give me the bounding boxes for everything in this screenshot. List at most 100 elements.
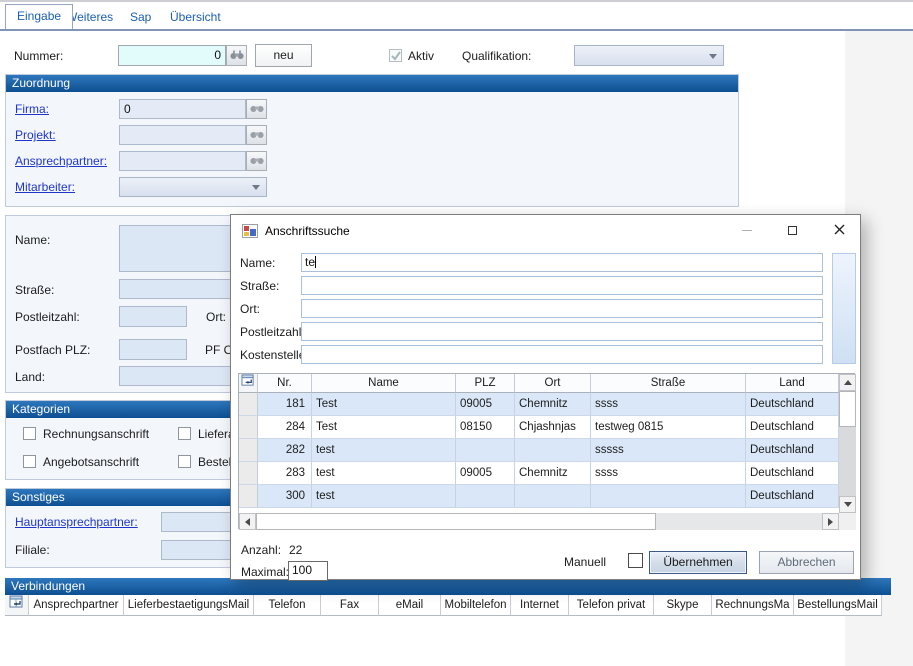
grid-icon [9, 600, 24, 612]
grid-cell-name: Test [312, 393, 456, 416]
dialog-postleitzahl-input[interactable] [301, 322, 823, 341]
grid-cell-land: Deutschland [746, 393, 839, 416]
scroll-up-button[interactable] [839, 374, 856, 391]
vscroll-thumb[interactable] [839, 391, 856, 427]
verbindungen-column-header[interactable]: Fax [321, 595, 379, 616]
neu-button[interactable]: neu [255, 44, 312, 67]
aktiv-checkbox[interactable] [389, 49, 402, 62]
tab-eingabe[interactable]: Eingabe [5, 4, 73, 29]
verbindungen-column-header[interactable]: Mobiltelefon [441, 595, 511, 616]
dialog-kostenstelle-input[interactable] [301, 345, 823, 364]
grid-cell-nr: 284 [258, 416, 312, 439]
lieferanschrift-checkbox[interactable] [178, 427, 191, 440]
minimize-button[interactable] [733, 219, 761, 242]
hscroll-thumb[interactable] [256, 513, 656, 530]
postleitzahl-input[interactable] [119, 306, 187, 327]
dialog-strasse-input[interactable] [301, 276, 823, 295]
grid-row[interactable]: 282testsssssDeutschland [239, 439, 839, 462]
dialog-result-grid: Nr.NamePLZOrtStraßeLand 181Test09005Chem… [238, 373, 855, 529]
verbindungen-column-header[interactable]: Telefon [254, 595, 321, 616]
grid-column-header[interactable]: Name [312, 374, 456, 393]
dialog-name-input[interactable]: te [301, 253, 823, 272]
grid-column-header[interactable]: Nr. [258, 374, 312, 393]
grid-customize-icon-cell[interactable] [239, 374, 258, 393]
projekt-input[interactable] [119, 125, 246, 145]
qualifikation-dropdown[interactable] [574, 45, 724, 66]
grid-column-header[interactable]: Land [746, 374, 839, 393]
tab-uebersicht[interactable]: Übersicht [170, 10, 221, 24]
verbindungen-column-header[interactable]: Internet [511, 595, 569, 616]
dialog-titlebar[interactable]: Anschriftssuche [231, 215, 860, 246]
grid-row[interactable]: 284Test08150Chjashnjastestweg 0815Deutsc… [239, 416, 839, 439]
nummer-input[interactable]: 0 [118, 45, 226, 66]
grid-cell-strasse [591, 485, 746, 508]
verbindungen-column-header[interactable]: RechnungsMa [712, 595, 794, 616]
name-label: Name: [15, 233, 50, 247]
ansprechpartner-input[interactable] [119, 151, 246, 171]
dialog-side-search-button[interactable] [832, 253, 856, 364]
grid-vscrollbar[interactable] [839, 374, 856, 513]
verbindungen-column-header[interactable]: Ansprechpartner [29, 595, 124, 616]
scroll-down-button[interactable] [839, 496, 856, 513]
text-cursor [315, 256, 316, 268]
grid-customize-icon-cell[interactable] [5, 595, 29, 616]
projekt-search-button[interactable] [246, 125, 267, 145]
grid-cell-land: Deutschland [746, 416, 839, 439]
verbindungen-column-header[interactable]: Telefon privat [569, 595, 654, 616]
scroll-left-button[interactable] [239, 513, 256, 530]
anzahl-label: Anzahl: [241, 543, 281, 557]
dialog-ort-input[interactable] [301, 299, 823, 318]
firma-search-button[interactable] [246, 99, 267, 119]
grid-column-header[interactable]: Straße [591, 374, 746, 393]
ansprechpartner-search-button[interactable] [246, 151, 267, 171]
hauptansprechpartner-link[interactable]: Hauptansprechpartner: [15, 515, 138, 529]
anzahl-value: 22 [289, 543, 302, 557]
uebernehmen-button[interactable]: Übernehmen [649, 551, 747, 574]
angebotsanschrift-checkbox[interactable] [23, 455, 36, 468]
dialog-kostenstelle-label: Kostenstelle: [240, 348, 309, 362]
grid-column-header[interactable]: PLZ [456, 374, 515, 393]
verbindungen-column-header[interactable]: eMail [379, 595, 441, 616]
maximize-button[interactable] [778, 219, 806, 242]
scroll-right-button[interactable] [822, 513, 839, 530]
projekt-link[interactable]: Projekt: [15, 128, 56, 142]
firma-input[interactable]: 0 [119, 99, 246, 119]
ansprechpartner-link[interactable]: Ansprechpartner: [15, 154, 107, 168]
maximize-icon [788, 226, 797, 235]
form-icon [242, 223, 258, 244]
minimize-icon [742, 230, 752, 231]
tab-weiteres[interactable]: Weiteres [66, 10, 113, 24]
mitarbeiter-dropdown[interactable] [119, 177, 267, 197]
grid-hscrollbar[interactable] [239, 513, 856, 530]
postfach-plz-input[interactable] [119, 339, 187, 360]
mitarbeiter-link[interactable]: Mitarbeiter: [15, 180, 75, 194]
arrow-up-icon [844, 380, 852, 385]
maximal-label: Maximal: [241, 565, 289, 579]
close-button[interactable] [825, 219, 853, 242]
aktiv-label: Aktiv [408, 49, 434, 63]
verbindungen-column-header[interactable]: LieferbestaetigungsMail [124, 595, 254, 616]
filiale-label: Filiale: [15, 543, 50, 557]
grid-row[interactable]: 283test09005ChemnitzssssDeutschland [239, 462, 839, 485]
binoculars-icon [250, 126, 264, 144]
grid-cell-name: Test [312, 416, 456, 439]
grid-cell-strasse: ssss [591, 462, 746, 485]
rechnungsanschrift-checkbox[interactable] [23, 427, 36, 440]
verbindungen-column-header[interactable]: BestellungsMail [794, 595, 882, 616]
tab-strip: Eingabe Weiteres Sap Übersicht [0, 2, 913, 31]
nummer-search-button[interactable] [226, 45, 247, 66]
tab-sap[interactable]: Sap [130, 10, 151, 24]
verbindungen-column-header[interactable]: Skype [654, 595, 712, 616]
maximal-input[interactable]: 100 [288, 561, 328, 581]
angebotsanschrift-label: Angebotsanschrift [43, 455, 139, 469]
bestellanschrift-checkbox[interactable] [178, 455, 191, 468]
row-selector-cell [239, 439, 258, 462]
manuell-checkbox[interactable] [628, 553, 643, 568]
abbrechen-button[interactable]: Abbrechen [759, 551, 854, 574]
anschriftssuche-dialog: Anschriftssuche Name: te Straße: Ort: Po… [230, 214, 861, 580]
grid-row[interactable]: 181Test09005ChemnitzssssDeutschland [239, 393, 839, 416]
firma-link[interactable]: Firma: [15, 102, 49, 116]
grid-column-header[interactable]: Ort [515, 374, 591, 393]
strasse-label: Straße: [15, 283, 54, 297]
grid-row[interactable]: 300testDeutschland [239, 485, 839, 508]
